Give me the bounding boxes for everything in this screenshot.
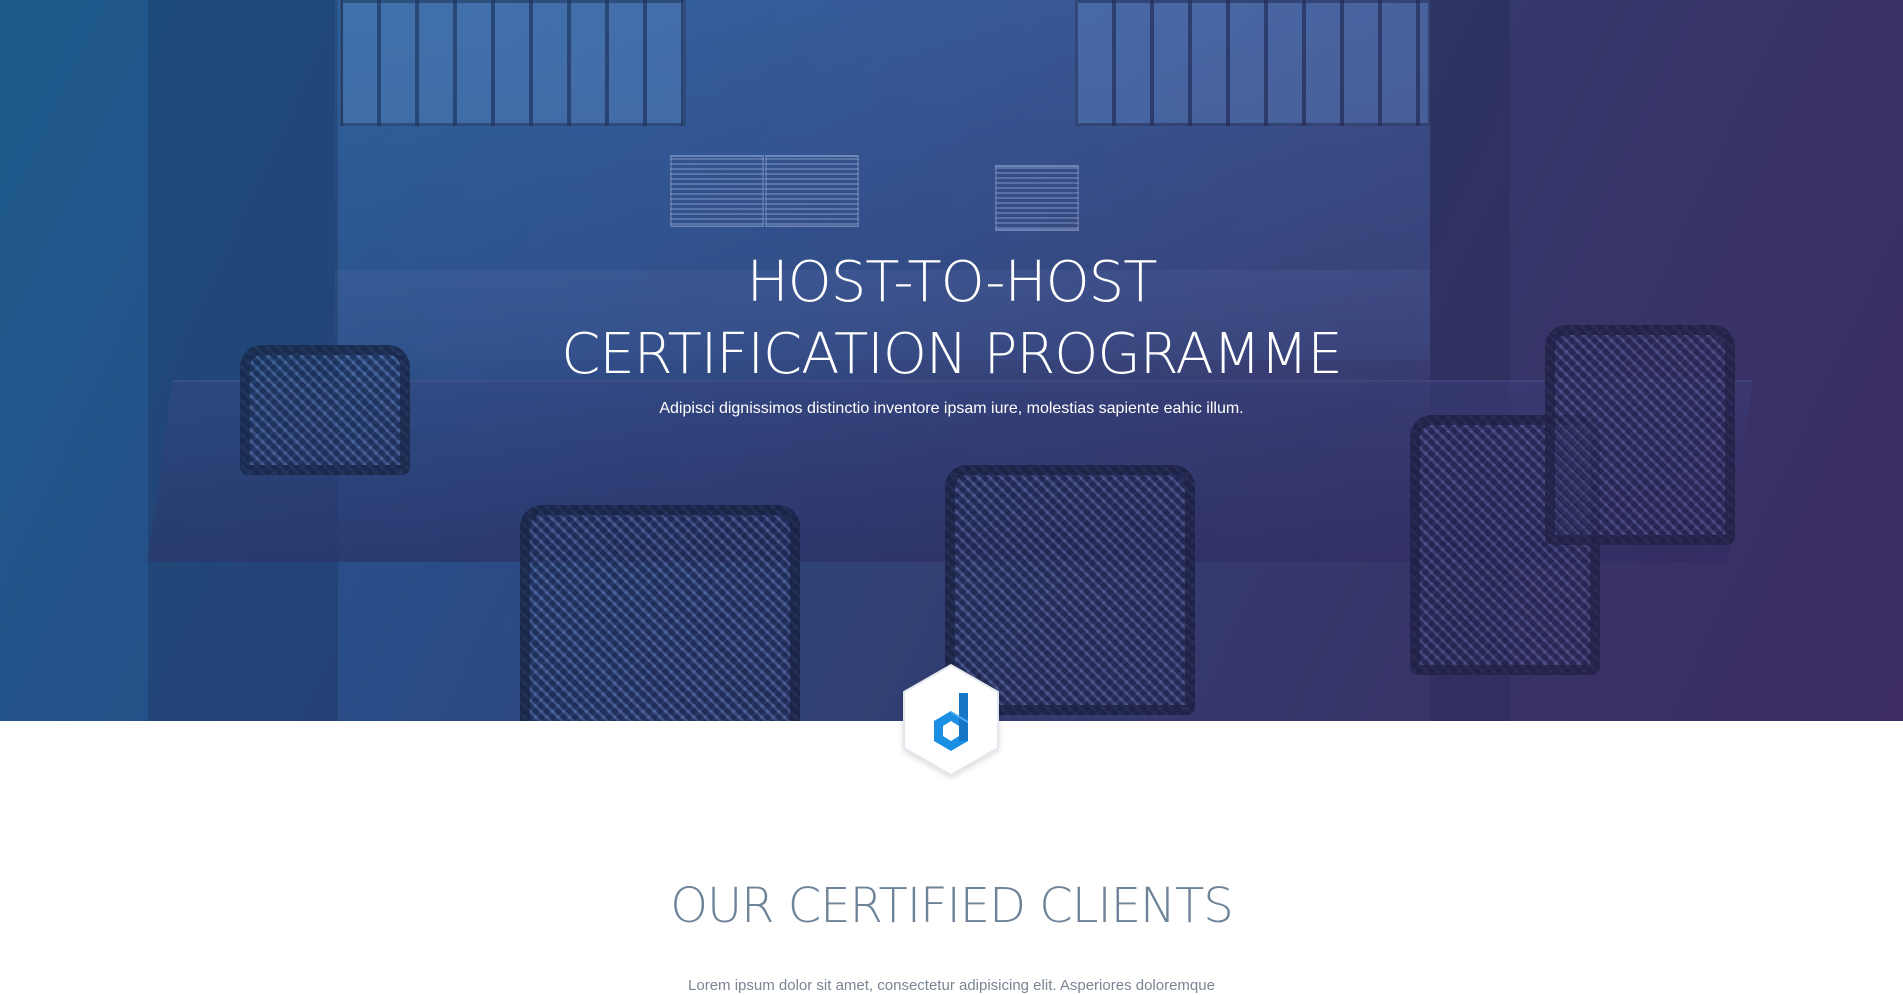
- hero-subtitle: Adipisci dignissimos distinctio inventor…: [659, 400, 1244, 417]
- d-hexagon-logo-icon[interactable]: [901, 663, 1001, 777]
- hero-title-line1: HOST-TO-HOST: [746, 250, 1158, 315]
- clients-section-text: Lorem ipsum dolor sit amet, consectetur …: [688, 977, 1215, 994]
- clients-section-title: OUR CERTIFIED CLIENTS: [670, 878, 1233, 934]
- hero-banner: HOST-TO-HOST CERTIFICATION PROGRAMME Adi…: [0, 0, 1903, 721]
- hero-title: HOST-TO-HOST CERTIFICATION PROGRAMME: [0, 247, 1903, 391]
- hero-title-line2: CERTIFICATION PROGRAMME: [561, 322, 1342, 387]
